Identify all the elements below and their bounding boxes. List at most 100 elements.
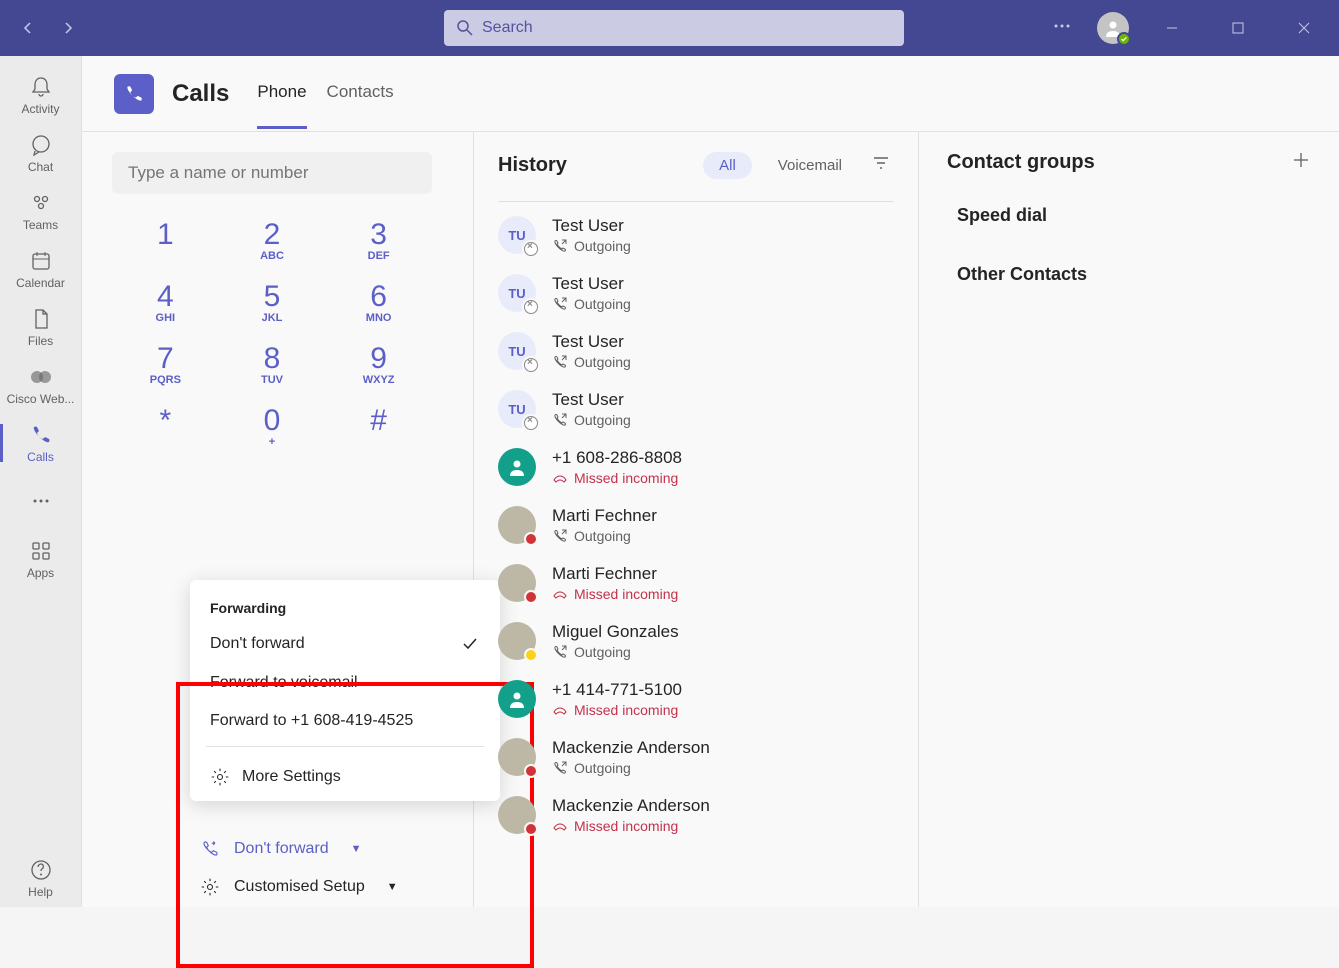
dial-letters: GHI (125, 312, 205, 324)
sidebar-item-calls[interactable]: Calls (0, 414, 82, 472)
sidebar-item-apps[interactable]: Apps (0, 530, 82, 588)
contact-group-other[interactable]: Other Contacts (947, 264, 1311, 285)
minimize-button[interactable] (1149, 12, 1195, 44)
dial-key-6[interactable]: 6MNO (339, 280, 419, 324)
history-panel: History All Voicemail TU Test User Outgo… (474, 132, 919, 907)
sidebar-label: Teams (23, 218, 58, 232)
dial-letters: JKL (232, 312, 312, 324)
history-item[interactable]: +1 414-771-5100 Missed incoming (498, 670, 894, 728)
sidebar-item-chat[interactable]: Chat (0, 124, 82, 182)
history-avatar (498, 448, 536, 486)
sidebar-item-more[interactable] (0, 472, 82, 530)
dial-key-2[interactable]: 2ABC (232, 218, 312, 262)
presence-badge (524, 764, 538, 778)
search-placeholder: Search (482, 19, 533, 37)
history-name: Test User (552, 390, 631, 410)
history-item[interactable]: Marti Fechner Missed incoming (498, 554, 894, 612)
filter-voicemail[interactable]: Voicemail (762, 152, 858, 179)
dial-num: 4 (125, 280, 205, 314)
dial-key-4[interactable]: 4GHI (125, 280, 205, 324)
history-name: Test User (552, 216, 631, 236)
dial-input[interactable] (112, 152, 432, 194)
dial-key-9[interactable]: 9WXYZ (339, 342, 419, 386)
history-item[interactable]: Marti Fechner Outgoing (498, 496, 894, 554)
maximize-button[interactable] (1215, 12, 1261, 44)
calendar-icon (28, 248, 54, 274)
forward-option[interactable]: Don't forward (190, 624, 500, 664)
dial-key-3[interactable]: 3DEF (339, 218, 419, 262)
sidebar-item-files[interactable]: Files (0, 298, 82, 356)
customised-setup[interactable]: Customised Setup ▼ (200, 877, 398, 897)
presence-badge (524, 358, 538, 372)
check-icon (460, 634, 480, 654)
more-settings[interactable]: More Settings (190, 753, 500, 801)
more-settings-label: More Settings (242, 768, 341, 786)
dial-key-*[interactable]: * (125, 404, 205, 448)
history-item[interactable]: TU Test User Outgoing (498, 322, 894, 380)
forward-option[interactable]: Forward to +1 608-419-4525 (190, 702, 500, 740)
history-item[interactable]: TU Test User Outgoing (498, 264, 894, 322)
history-item[interactable]: TU Test User Outgoing (498, 380, 894, 438)
more-icon[interactable] (1047, 11, 1077, 46)
tab-phone[interactable]: Phone (257, 58, 306, 129)
forward-label: Don't forward (234, 840, 329, 858)
dial-key-5[interactable]: 5JKL (232, 280, 312, 324)
add-contact-group[interactable] (1291, 150, 1311, 175)
sidebar-label: Cisco Web... (7, 392, 75, 406)
history-item[interactable]: Mackenzie Anderson Outgoing (498, 728, 894, 786)
history-item[interactable]: Mackenzie Anderson Missed incoming (498, 786, 894, 844)
close-button[interactable] (1281, 12, 1327, 44)
search-icon (456, 19, 474, 37)
history-avatar (498, 564, 536, 602)
sidebar-item-teams[interactable]: Teams (0, 182, 82, 240)
contact-group-speed-dial[interactable]: Speed dial (947, 205, 1311, 226)
sidebar-item-cisco[interactable]: Cisco Web... (0, 356, 82, 414)
sidebar-item-activity[interactable]: Activity (0, 66, 82, 124)
dial-num: * (125, 404, 205, 438)
dial-key-0[interactable]: 0+ (232, 404, 312, 448)
presence-badge (524, 242, 538, 256)
history-avatar (498, 622, 536, 660)
dial-num: 1 (125, 218, 205, 252)
nav-back[interactable] (12, 12, 44, 44)
history-status: Outgoing (552, 644, 679, 660)
phone-icon (28, 422, 54, 448)
forward-status[interactable]: Don't forward ▼ (200, 839, 398, 859)
dial-letters: MNO (339, 312, 419, 324)
help-icon (28, 857, 54, 883)
teams-icon (28, 190, 54, 216)
chat-icon (28, 132, 54, 158)
filter-all[interactable]: All (703, 152, 752, 179)
dial-key-8[interactable]: 8TUV (232, 342, 312, 386)
history-item[interactable]: TU Test User Outgoing (498, 206, 894, 264)
page-title: Calls (172, 80, 229, 108)
dial-key-#[interactable]: # (339, 404, 419, 448)
custom-label: Customised Setup (234, 878, 365, 896)
dial-key-7[interactable]: 7PQRS (125, 342, 205, 386)
dial-num: 7 (125, 342, 205, 376)
forward-option[interactable]: Forward to voicemail (190, 664, 500, 702)
history-item[interactable]: Miguel Gonzales Outgoing (498, 612, 894, 670)
sidebar-label: Calendar (16, 276, 65, 290)
search-input[interactable]: Search (444, 10, 904, 46)
history-avatar (498, 506, 536, 544)
history-title: History (498, 154, 567, 177)
dial-num: 5 (232, 280, 312, 314)
filter-icon[interactable] (868, 150, 894, 181)
dial-key-1[interactable]: 1 (125, 218, 205, 262)
history-status: Outgoing (552, 528, 657, 544)
sidebar-item-calendar[interactable]: Calendar (0, 240, 82, 298)
history-avatar (498, 680, 536, 718)
sidebar-item-help[interactable]: Help (0, 849, 82, 907)
dial-num: 2 (232, 218, 312, 252)
nav-forward[interactable] (52, 12, 84, 44)
chevron-down-icon: ▼ (387, 881, 398, 893)
user-avatar[interactable] (1097, 12, 1129, 44)
sidebar: Activity Chat Teams Calendar Files Cisco… (0, 56, 82, 907)
dial-letters: + (232, 436, 312, 448)
sidebar-label: Apps (27, 566, 54, 580)
tab-contacts[interactable]: Contacts (327, 58, 394, 129)
webex-icon (28, 364, 54, 390)
history-item[interactable]: +1 608-286-8808 Missed incoming (498, 438, 894, 496)
history-status: Outgoing (552, 238, 631, 254)
